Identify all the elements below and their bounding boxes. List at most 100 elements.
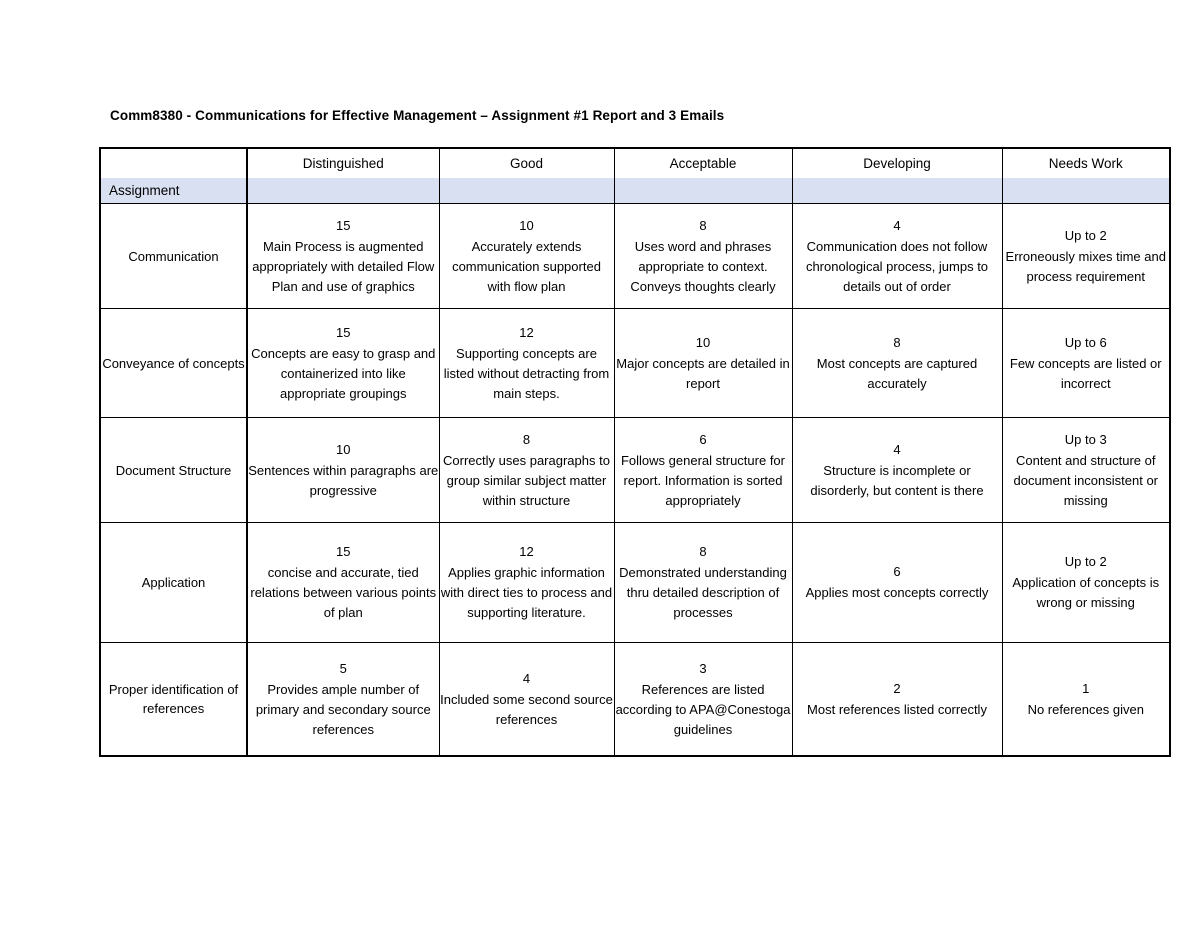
table-body: Communication 15 Main Process is augment… xyxy=(99,203,1171,757)
table-header-row-labels: Distinguished Good Acceptable Developing… xyxy=(99,147,1171,178)
cell-score: 8 xyxy=(522,431,531,447)
column-header-developing: Developing xyxy=(791,147,1003,178)
cell-description: Provides ample number of primary and sec… xyxy=(255,681,431,737)
header-shade-cell-3 xyxy=(613,178,793,204)
cell-description: Content and structure of document incons… xyxy=(1013,452,1159,508)
rubric-cell: Up to 3 Content and structure of documen… xyxy=(1001,417,1171,523)
cell-score: Up to 2 xyxy=(1064,227,1107,243)
cell-description: concise and accurate, tied relations bet… xyxy=(250,565,437,620)
cell-description: Included some second source references xyxy=(440,691,613,727)
cell-score: 15 xyxy=(336,217,351,233)
cell-score: 10 xyxy=(519,217,534,233)
cell-description: Application of concepts is wrong or miss… xyxy=(1012,575,1160,610)
rubric-cell: 15 concise and accurate, tied relations … xyxy=(246,522,440,643)
table-row: Conveyance of concepts 15 Concepts are e… xyxy=(99,308,1171,418)
column-header-distinguished: Distinguished xyxy=(246,147,440,178)
cell-score: Up to 3 xyxy=(1064,431,1107,447)
cell-description: References are listed according to APA@C… xyxy=(615,681,791,737)
rubric-table: Distinguished Good Acceptable Developing… xyxy=(99,147,1171,757)
cell-score: 15 xyxy=(336,324,351,340)
rubric-cell: 3 References are listed according to APA… xyxy=(613,642,793,757)
criterion-label: Conveyance of concepts xyxy=(99,308,248,418)
cell-score: 4 xyxy=(522,670,531,686)
cell-description: Most concepts are captured accurately xyxy=(816,355,978,391)
column-header-needs-work: Needs Work xyxy=(1001,147,1171,178)
cell-description: Communication does not follow chronologi… xyxy=(805,238,989,294)
rubric-cell: 12 Applies graphic information with dire… xyxy=(438,522,615,643)
cell-score: 10 xyxy=(336,441,351,457)
table-header-row-shaded: Assignment xyxy=(99,178,1171,204)
cell-description: Uses word and phrases appropriate to con… xyxy=(630,238,776,294)
cell-score: 4 xyxy=(893,441,901,457)
cell-score: 6 xyxy=(893,564,901,579)
cell-score: Up to 6 xyxy=(1064,334,1107,350)
rubric-cell: 6 Follows general structure for report. … xyxy=(613,417,793,523)
table-row: Application 15 concise and accurate, tie… xyxy=(99,522,1171,643)
header-shade-cell-5 xyxy=(1001,178,1171,204)
cell-score: 2 xyxy=(893,680,901,696)
rubric-cell: 6 Applies most concepts correctly xyxy=(791,522,1003,643)
rubric-cell: 5 Provides ample number of primary and s… xyxy=(246,642,440,757)
document-page: Comm8380 - Communications for Effective … xyxy=(0,0,1200,927)
cell-description: No references given xyxy=(1027,701,1144,717)
rubric-cell: Up to 2 Application of concepts is wrong… xyxy=(1001,522,1171,643)
cell-score: 4 xyxy=(893,217,901,233)
rubric-cell: 2 Most references listed correctly xyxy=(791,642,1003,757)
header-shade-cell-4 xyxy=(791,178,1003,204)
rubric-cell: 10 Accurately extends communication supp… xyxy=(438,203,615,309)
cell-description: Applies graphic information with direct … xyxy=(440,565,613,620)
page-title: Comm8380 - Communications for Effective … xyxy=(110,108,725,123)
rubric-cell: 10 Sentences within paragraphs are progr… xyxy=(246,417,440,523)
cell-score: 12 xyxy=(519,544,534,559)
rubric-cell: 4 Communication does not follow chronolo… xyxy=(791,203,1003,309)
cell-description: Correctly uses paragraphs to group simil… xyxy=(443,452,610,508)
cell-description: Supporting concepts are listed without d… xyxy=(443,345,610,401)
cell-description: Major concepts are detailed in report xyxy=(616,355,790,391)
cell-description: Accurately extends communication support… xyxy=(452,238,601,294)
cell-score: 5 xyxy=(339,660,347,676)
cell-description: Demonstrated understanding thru detailed… xyxy=(619,565,787,620)
cell-score: 10 xyxy=(695,334,711,350)
criterion-label: Document Structure xyxy=(99,417,248,523)
cell-score: 8 xyxy=(699,217,707,233)
column-header-acceptable: Acceptable xyxy=(613,147,793,178)
cell-description: Most references listed correctly xyxy=(807,701,987,717)
cell-description: Main Process is augmented appropriately … xyxy=(252,238,435,294)
rubric-cell: Up to 6 Few concepts are listed or incor… xyxy=(1001,308,1171,418)
table-row: Communication 15 Main Process is augment… xyxy=(99,203,1171,309)
rubric-cell: 15 Concepts are easy to grasp and contai… xyxy=(246,308,440,418)
rubric-cell: 4 Included some second source references xyxy=(438,642,615,757)
rubric-cell: 4 Structure is incomplete or disorderly,… xyxy=(791,417,1003,523)
criterion-label: Communication xyxy=(99,203,248,309)
criterion-label: Proper identification of references xyxy=(99,642,248,757)
column-header-good: Good xyxy=(438,147,615,178)
rubric-cell: Up to 2 Erroneously mixes time and proce… xyxy=(1001,203,1171,309)
cell-description: Sentences within paragraphs are progress… xyxy=(248,462,439,498)
rubric-cell: 8 Most concepts are captured accurately xyxy=(791,308,1003,418)
rubric-cell: 15 Main Process is augmented appropriate… xyxy=(246,203,440,309)
cell-score: 12 xyxy=(519,324,534,340)
cell-score: 8 xyxy=(893,334,901,350)
header-shade-cell-1 xyxy=(246,178,440,204)
cell-score: 3 xyxy=(699,660,707,676)
cell-description: Applies most concepts correctly xyxy=(805,585,989,600)
rubric-cell: 8 Correctly uses paragraphs to group sim… xyxy=(438,417,615,523)
rubric-cell: 12 Supporting concepts are listed withou… xyxy=(438,308,615,418)
cell-description: Follows general structure for report. In… xyxy=(620,452,785,508)
cell-description: Structure is incomplete or disorderly, b… xyxy=(810,462,984,498)
rubric-cell: 10 Major concepts are detailed in report xyxy=(613,308,793,418)
rubric-cell: 1 No references given xyxy=(1001,642,1171,757)
table-header: Distinguished Good Acceptable Developing… xyxy=(99,147,1171,204)
table-row: Document Structure 10 Sentences within p… xyxy=(99,417,1171,523)
cell-description: Few concepts are listed or incorrect xyxy=(1009,355,1162,391)
cell-score: 1 xyxy=(1082,680,1090,696)
rubric-cell: 8 Uses word and phrases appropriate to c… xyxy=(613,203,793,309)
cell-score: Up to 2 xyxy=(1064,554,1107,569)
row-header-label-assignment: Assignment xyxy=(99,178,248,204)
cell-description: Erroneously mixes time and process requi… xyxy=(1005,248,1166,284)
criterion-label: Application xyxy=(99,522,248,643)
table-row: Proper identification of references 5 Pr… xyxy=(99,642,1171,757)
cell-score: 6 xyxy=(699,431,707,447)
cell-score: 15 xyxy=(336,544,351,559)
rubric-table-container: Distinguished Good Acceptable Developing… xyxy=(99,147,1171,757)
